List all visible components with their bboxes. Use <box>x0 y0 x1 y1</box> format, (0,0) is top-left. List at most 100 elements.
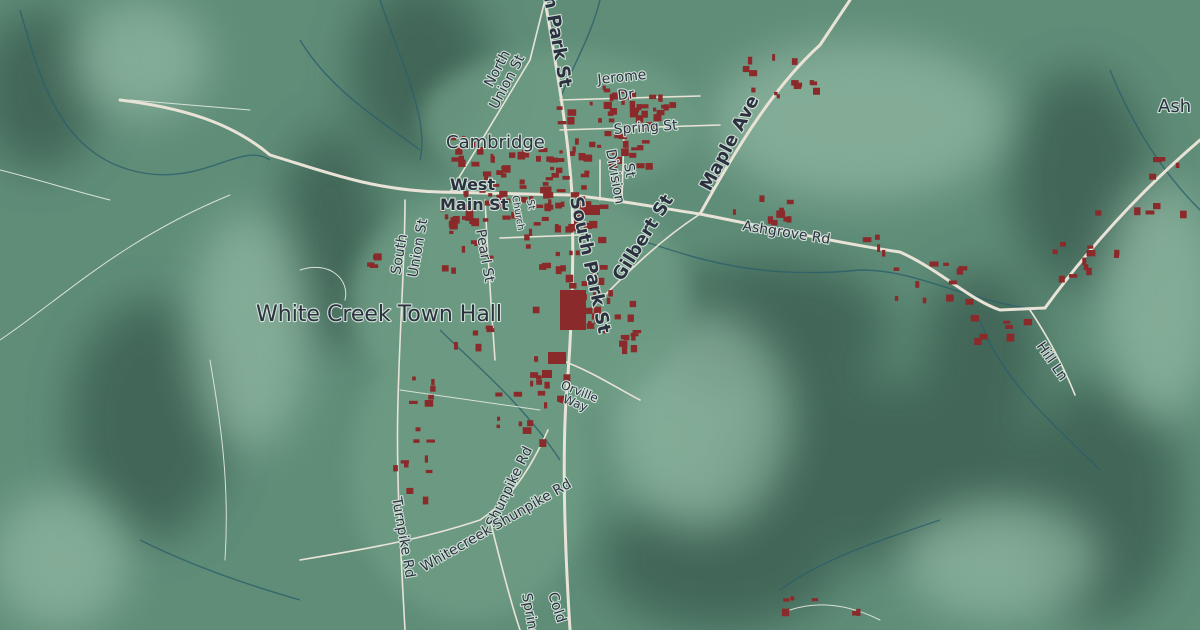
label-ash-partial: Ash <box>1158 96 1191 117</box>
building <box>614 314 621 320</box>
building <box>856 608 861 616</box>
building <box>449 230 454 234</box>
building <box>653 107 657 112</box>
building <box>543 192 550 199</box>
building <box>367 262 375 267</box>
building <box>781 608 790 617</box>
label-west-main-st-2: Main St <box>440 195 509 214</box>
building <box>589 141 596 148</box>
building <box>791 80 799 86</box>
building <box>569 283 577 289</box>
building <box>448 220 458 228</box>
building <box>554 225 562 233</box>
building <box>631 332 636 341</box>
building <box>550 166 554 171</box>
building <box>426 439 435 443</box>
building <box>637 145 644 151</box>
building <box>656 109 665 116</box>
building <box>629 152 637 158</box>
building <box>630 345 638 353</box>
building <box>497 416 501 421</box>
building <box>406 487 414 494</box>
building <box>556 158 565 162</box>
building <box>622 346 628 355</box>
building <box>518 421 523 427</box>
building <box>608 290 613 297</box>
building <box>622 140 629 148</box>
building <box>783 598 790 602</box>
building <box>519 179 525 185</box>
building <box>1145 210 1155 215</box>
building <box>1003 320 1011 324</box>
building <box>658 94 663 102</box>
building <box>519 185 527 189</box>
building <box>1149 173 1157 180</box>
building <box>640 104 649 109</box>
building <box>636 104 642 111</box>
building <box>551 173 559 178</box>
building <box>599 204 609 209</box>
building <box>584 170 590 174</box>
building <box>530 380 534 387</box>
building <box>786 216 792 223</box>
building <box>970 315 977 322</box>
building <box>525 244 531 249</box>
building <box>607 111 614 116</box>
building <box>623 334 630 341</box>
building <box>621 148 629 157</box>
building <box>749 70 758 77</box>
building <box>556 167 563 174</box>
building <box>943 262 949 266</box>
building <box>641 110 648 118</box>
building <box>589 101 593 106</box>
building <box>1086 250 1096 257</box>
building <box>496 424 500 429</box>
building <box>979 333 988 340</box>
building <box>575 138 579 145</box>
building <box>632 330 642 334</box>
building <box>1087 245 1094 249</box>
building <box>759 195 765 202</box>
building <box>415 427 421 432</box>
building <box>609 94 614 102</box>
building <box>1082 257 1087 266</box>
building <box>641 140 650 144</box>
building <box>1058 275 1065 283</box>
building <box>811 598 819 602</box>
building <box>742 66 750 73</box>
building <box>542 182 549 186</box>
building <box>603 88 611 93</box>
building <box>556 106 563 110</box>
building <box>1052 249 1058 255</box>
building <box>532 306 540 314</box>
building <box>462 216 467 220</box>
building <box>776 210 786 218</box>
building <box>603 101 612 109</box>
building <box>458 155 464 161</box>
building <box>1068 274 1078 278</box>
building <box>772 54 776 61</box>
building <box>631 147 638 151</box>
building <box>556 189 566 193</box>
building <box>949 294 954 301</box>
building <box>894 295 899 301</box>
building <box>536 379 543 385</box>
building <box>495 392 503 397</box>
building <box>751 87 756 93</box>
building <box>542 262 551 269</box>
building <box>1153 203 1161 210</box>
map-canvas[interactable]: North Park St North Union St Jerome Dr S… <box>0 0 1200 630</box>
building <box>1060 242 1066 247</box>
building <box>559 150 563 154</box>
building <box>663 104 669 111</box>
building <box>893 267 900 271</box>
building <box>1006 333 1015 342</box>
building <box>747 56 753 65</box>
building <box>1113 253 1119 258</box>
building <box>604 131 612 137</box>
building <box>412 376 416 381</box>
building <box>565 274 574 283</box>
building <box>541 216 549 221</box>
building <box>444 214 449 220</box>
building <box>567 117 575 125</box>
